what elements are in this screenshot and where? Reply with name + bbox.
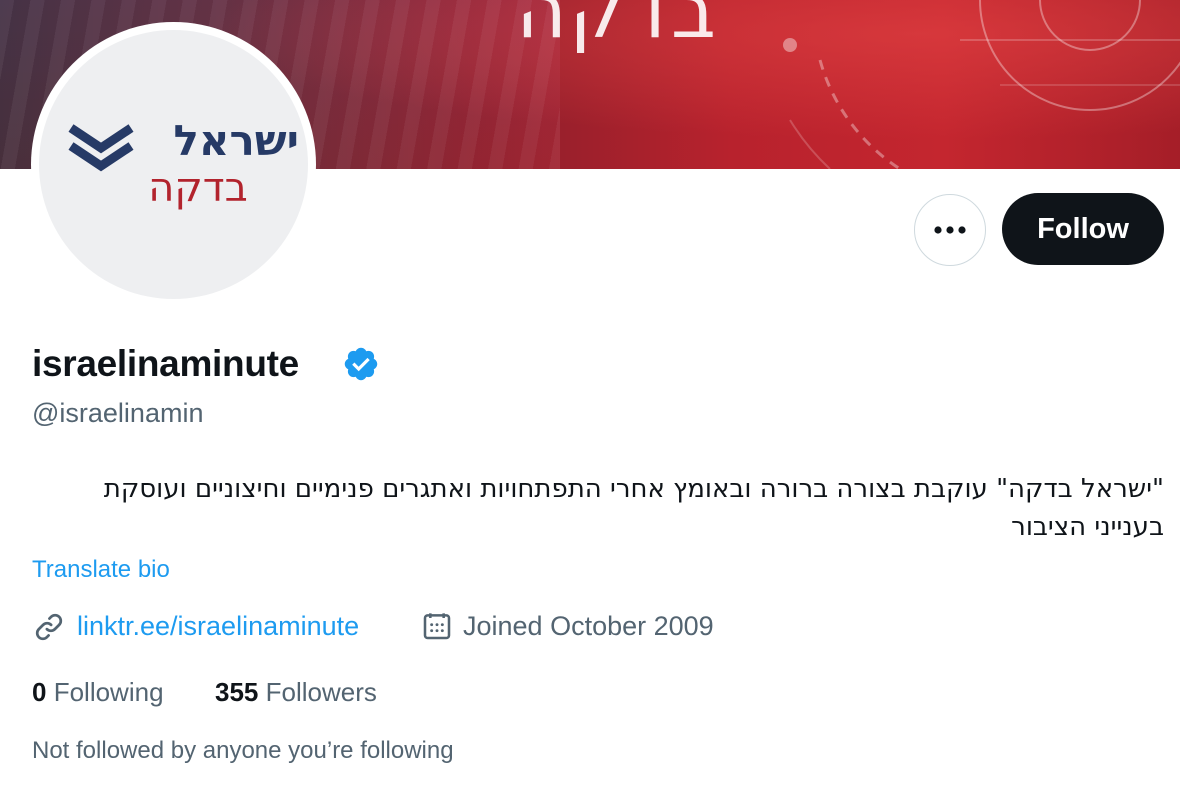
banner-decoration [783,0,1180,169]
chevron-logo-icon [68,124,134,172]
avatar[interactable]: ישראל בדקה [39,30,308,299]
following-count: 0 [32,677,47,707]
verified-badge-icon [344,347,378,381]
user-handle: @israelinamin [32,398,204,428]
display-name: israelinaminute [32,343,299,384]
more-options-button[interactable] [914,194,986,266]
profile-page: בדקה ישראל בדקה Follow israelinaminute @… [0,0,1180,795]
followers-label: Followers [265,677,377,707]
link-icon [35,613,63,641]
ellipsis-icon [934,226,966,234]
profile-bio: "ישראל בדקה" עוקבת בצורה ברורה ובאומץ אח… [103,474,1164,542]
joined-date: Joined October 2009 [463,611,714,641]
followers-link[interactable]: 355 Followers [215,675,377,709]
calendar-icon [423,613,451,640]
logo-text-top: ישראל [173,116,300,165]
logo-text-bottom: בדקה [148,165,248,211]
banner-title: בדקה [516,0,718,56]
followers-count: 355 [215,677,259,707]
following-link[interactable]: 0 Following [32,675,164,709]
follow-button[interactable]: Follow [1002,193,1164,265]
followed-by-note: Not followed by anyone you’re following [32,737,454,764]
following-label: Following [53,677,164,707]
translate-bio-link[interactable]: Translate bio [32,554,170,586]
website-link[interactable]: linktr.ee/israelinaminute [77,608,359,644]
